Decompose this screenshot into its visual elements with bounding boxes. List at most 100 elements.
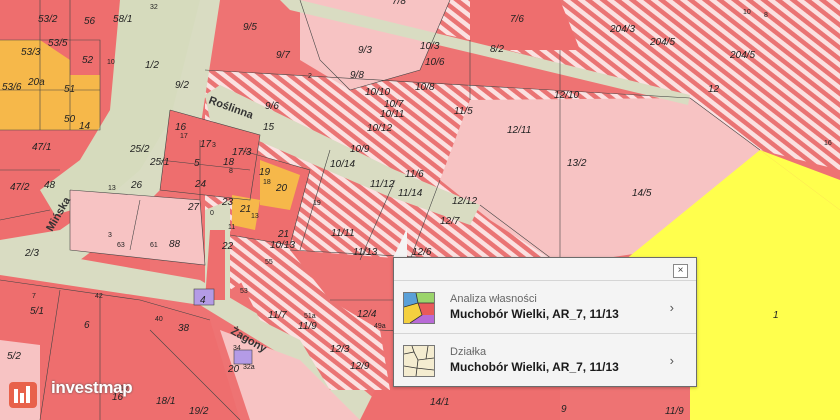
svg-text:15: 15 [263, 122, 275, 133]
svg-text:50: 50 [64, 114, 76, 125]
row-category: Analiza własności [450, 293, 537, 305]
svg-text:56: 56 [84, 16, 96, 27]
parcel-info-popup: × Analiza własności Muchobór Wielki, AR_… [393, 257, 697, 387]
svg-text:10/6: 10/6 [425, 57, 445, 68]
svg-text:25/2: 25/2 [129, 144, 150, 155]
svg-text:5/1: 5/1 [30, 306, 44, 317]
svg-text:10/11: 10/11 [380, 109, 404, 120]
svg-text:0: 0 [210, 210, 214, 217]
svg-text:204/5: 204/5 [729, 50, 755, 61]
svg-text:20: 20 [227, 364, 240, 375]
svg-text:21: 21 [239, 204, 251, 215]
svg-text:53/2: 53/2 [38, 14, 58, 25]
svg-text:12/12: 12/12 [452, 196, 477, 207]
svg-text:24: 24 [194, 179, 207, 190]
svg-text:204/3: 204/3 [609, 24, 635, 35]
svg-text:9/8: 9/8 [350, 70, 364, 81]
svg-text:14/5: 14/5 [632, 188, 652, 199]
svg-text:10: 10 [743, 9, 751, 16]
svg-text:20: 20 [275, 183, 288, 194]
svg-text:52: 52 [82, 55, 94, 66]
svg-text:53/5: 53/5 [48, 38, 68, 49]
svg-text:4: 4 [200, 295, 206, 306]
svg-text:17: 17 [200, 139, 212, 150]
svg-text:49a: 49a [374, 323, 386, 330]
svg-text:11: 11 [228, 224, 235, 231]
svg-text:48: 48 [44, 180, 56, 191]
svg-text:13/2: 13/2 [567, 158, 587, 169]
row-title: Muchobór Wielki, AR_7, 11/13 [450, 360, 619, 374]
svg-text:11/7: 11/7 [268, 310, 287, 321]
svg-text:27: 27 [187, 202, 200, 213]
svg-text:8: 8 [764, 12, 768, 19]
svg-text:10/3: 10/3 [420, 41, 440, 52]
svg-text:3: 3 [212, 142, 216, 149]
svg-text:7/8: 7/8 [392, 0, 406, 7]
svg-text:10/13: 10/13 [270, 240, 295, 251]
row-title: Muchobór Wielki, AR_7, 11/13 [450, 307, 619, 321]
svg-text:13: 13 [108, 185, 116, 192]
parcel-map-icon [403, 345, 435, 377]
svg-text:11/9: 11/9 [665, 406, 684, 417]
svg-text:10: 10 [107, 59, 115, 66]
svg-text:12/9: 12/9 [350, 361, 370, 372]
svg-text:9/7: 9/7 [276, 50, 290, 61]
svg-text:7/6: 7/6 [510, 14, 524, 25]
svg-text:19: 19 [259, 167, 271, 178]
svg-text:11/12: 11/12 [370, 179, 395, 190]
svg-text:10/10: 10/10 [365, 87, 390, 98]
popup-row-ownership-analysis[interactable]: Analiza własności Muchobór Wielki, AR_7,… [394, 280, 696, 334]
svg-text:2/3: 2/3 [24, 248, 39, 259]
svg-text:55: 55 [265, 259, 273, 266]
svg-text:32: 32 [150, 4, 158, 11]
svg-text:47/2: 47/2 [10, 182, 30, 193]
svg-text:8/2: 8/2 [490, 44, 504, 55]
svg-text:6: 6 [84, 320, 90, 331]
svg-text:11/13: 11/13 [353, 247, 378, 258]
svg-text:32a: 32a [243, 364, 255, 371]
row-category: Działka [450, 346, 487, 358]
svg-text:26: 26 [130, 180, 143, 191]
svg-text:12: 12 [708, 84, 720, 95]
svg-text:2: 2 [308, 73, 312, 80]
svg-text:53/3: 53/3 [21, 47, 41, 58]
svg-text:9: 9 [561, 404, 567, 415]
chevron-right-icon: › [669, 300, 674, 315]
svg-text:12/7: 12/7 [440, 216, 460, 227]
popup-row-parcel[interactable]: Działka Muchobór Wielki, AR_7, 11/13 › [394, 333, 696, 387]
svg-text:58/1: 58/1 [113, 14, 132, 25]
svg-text:21: 21 [277, 229, 289, 240]
svg-text:18/1: 18/1 [156, 396, 175, 407]
svg-text:10/9: 10/9 [350, 144, 370, 155]
svg-text:11/9: 11/9 [298, 321, 317, 332]
investmap-logo-icon [9, 382, 37, 408]
svg-text:14/1: 14/1 [430, 397, 449, 408]
svg-text:3: 3 [108, 232, 112, 239]
svg-text:10/12: 10/12 [367, 123, 392, 134]
svg-text:17: 17 [180, 133, 188, 140]
svg-text:34: 34 [233, 345, 241, 352]
svg-text:88: 88 [169, 239, 181, 250]
svg-text:11/14: 11/14 [398, 188, 423, 199]
svg-text:22: 22 [221, 241, 234, 252]
svg-text:204/5: 204/5 [649, 37, 675, 48]
close-button[interactable]: × [673, 264, 688, 278]
svg-text:11/11: 11/11 [331, 228, 355, 239]
svg-text:1/2: 1/2 [145, 60, 159, 71]
svg-text:40: 40 [155, 316, 163, 323]
svg-text:25/1: 25/1 [149, 157, 169, 168]
svg-text:53: 53 [240, 288, 248, 295]
svg-text:19: 19 [313, 200, 321, 207]
svg-text:19/2: 19/2 [189, 406, 209, 417]
svg-text:17/3: 17/3 [232, 147, 252, 158]
svg-text:12/10: 12/10 [554, 90, 579, 101]
svg-text:20a: 20a [27, 77, 45, 88]
svg-text:8: 8 [229, 168, 233, 175]
svg-text:16: 16 [175, 122, 187, 133]
logo-text: investmap [51, 378, 133, 397]
svg-text:23: 23 [221, 197, 234, 208]
svg-text:42: 42 [95, 293, 103, 300]
svg-text:12/4: 12/4 [357, 309, 377, 320]
svg-text:9/2: 9/2 [175, 80, 189, 91]
svg-text:51: 51 [64, 84, 75, 95]
